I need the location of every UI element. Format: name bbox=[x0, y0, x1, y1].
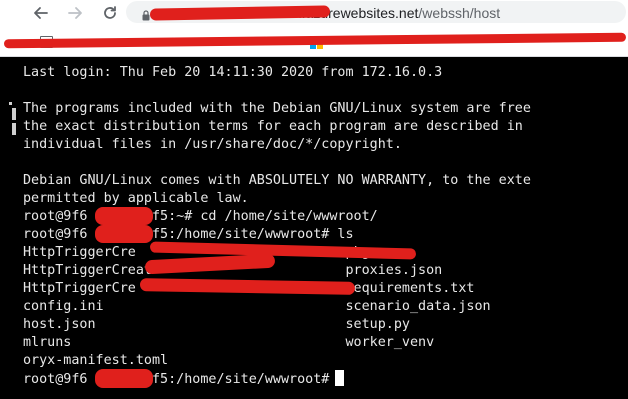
terminal-prompt: root@9f6 bff5:/home/site/wwwroot# bbox=[23, 372, 330, 387]
hostname-redaction bbox=[95, 225, 153, 243]
terminal-line: mlruns worker_venv bbox=[23, 335, 435, 350]
terminal[interactable]: Last login: Thu Feb 20 14:11:30 2020 fro… bbox=[0, 57, 628, 399]
reload-icon[interactable] bbox=[99, 2, 121, 24]
hostname-redaction bbox=[95, 207, 153, 225]
forward-icon[interactable] bbox=[64, 2, 86, 24]
scroll-marker bbox=[12, 108, 16, 120]
browser-window: scm.azurewebsites.net/webssh/host Last l… bbox=[0, 0, 628, 399]
terminal-line: root@9f6 bff5:~# cd /home/site/wwwroot/ bbox=[23, 209, 378, 224]
back-icon[interactable] bbox=[30, 2, 52, 24]
terminal-line: oryx-manifest.toml bbox=[23, 353, 169, 368]
terminal-line: host.json setup.py bbox=[23, 317, 410, 332]
terminal-line: config.ini scenario_data.json bbox=[23, 299, 491, 314]
scroll-marker bbox=[9, 102, 12, 105]
terminal-cursor[interactable] bbox=[335, 370, 345, 386]
scroll-marker bbox=[12, 123, 16, 135]
hostname-redaction bbox=[95, 369, 153, 388]
lock-icon bbox=[142, 6, 150, 21]
terminal-line: permitted by applicable law. bbox=[23, 191, 249, 206]
url-path: /webssh/host bbox=[418, 5, 501, 21]
terminal-line: the exact distribution terms for each pr… bbox=[23, 119, 523, 134]
terminal-line: individual files in /usr/share/doc/*/cop… bbox=[23, 137, 402, 152]
terminal-line: The programs included with the Debian GN… bbox=[23, 101, 531, 116]
terminal-line: Last login: Thu Feb 20 14:11:30 2020 fro… bbox=[23, 65, 443, 80]
terminal-line: Debian GNU/Linux comes with ABSOLUTELY N… bbox=[23, 173, 531, 188]
terminal-line: root@9f6 bff5:/home/site/wwwroot# ls bbox=[23, 227, 354, 242]
terminal-prompt-line: root@9f6 bff5:/home/site/wwwroot# bbox=[23, 370, 345, 389]
